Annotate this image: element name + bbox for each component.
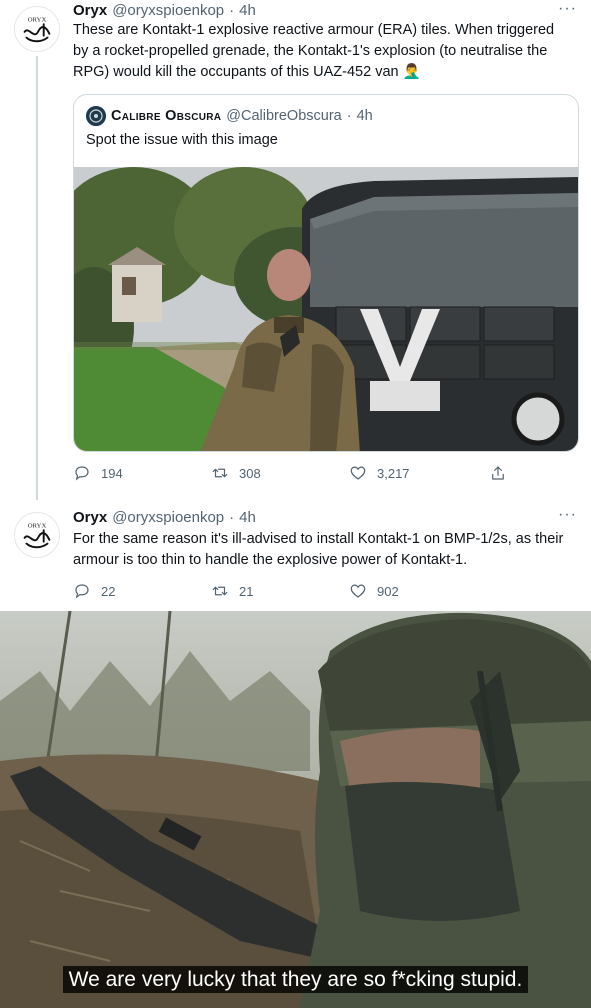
soldier-meme-image: We are very lucky that they are so f*cki…	[0, 611, 591, 1008]
tweet-actions: 22 21 902	[73, 582, 513, 600]
author-handle[interactable]: @oryxspioenkop	[112, 2, 224, 19]
avatar-logo-text: ORYX	[28, 16, 47, 23]
share-icon	[492, 466, 504, 480]
timestamp[interactable]: 4h	[239, 509, 256, 526]
retweet-count: 21	[239, 583, 254, 599]
quote-author-handle[interactable]: @CalibreObscura	[226, 108, 341, 124]
quote-header: Calibre Obscura @CalibreObscura · 4h	[86, 106, 373, 126]
avatar-logo-text: ORYX	[28, 522, 47, 529]
calibre-obscura-avatar[interactable]	[86, 106, 106, 126]
separator-dot: ·	[229, 509, 235, 526]
reply-count: 22	[101, 583, 116, 599]
quote-text: Spot the issue with this image	[86, 132, 278, 148]
more-options-icon[interactable]: ···	[558, 506, 577, 524]
quote-timestamp[interactable]: 4h	[357, 108, 373, 124]
like-count: 902	[377, 583, 399, 599]
author-name[interactable]: Oryx	[73, 509, 107, 526]
retweet-button[interactable]: 308	[211, 464, 349, 482]
tweet-header: Oryx @oryxspioenkop · 4h	[73, 509, 256, 526]
reply-count: 194	[101, 465, 123, 481]
like-button[interactable]: 902	[349, 582, 489, 600]
retweet-icon	[212, 468, 228, 478]
like-button[interactable]: 3,217	[349, 464, 489, 482]
separator-dot: ·	[346, 108, 352, 124]
author-name[interactable]: Oryx	[73, 2, 107, 19]
heart-icon	[350, 466, 366, 480]
quoted-tweet[interactable]: Calibre Obscura @CalibreObscura · 4h Spo…	[73, 94, 579, 452]
retweet-button[interactable]: 21	[211, 582, 349, 600]
separator-dot: ·	[229, 2, 235, 19]
author-handle[interactable]: @oryxspioenkop	[112, 509, 224, 526]
heart-icon	[350, 584, 366, 598]
like-count: 3,217	[377, 465, 410, 481]
quote-author-name[interactable]: Calibre Obscura	[111, 108, 221, 124]
retweet-count: 308	[239, 465, 261, 481]
van-photo[interactable]	[74, 167, 578, 451]
reply-icon	[75, 466, 89, 481]
thread-line	[36, 56, 38, 500]
oryx-avatar[interactable]: ORYX	[14, 512, 60, 558]
tweet-header: Oryx @oryxspioenkop · 4h	[73, 2, 256, 19]
timestamp[interactable]: 4h	[239, 2, 256, 19]
tweet-text: These are Kontakt-1 explosive reactive a…	[73, 22, 555, 80]
reply-button[interactable]: 22	[73, 582, 211, 600]
tweet-text: For the same reason it's ill-advised to …	[73, 531, 564, 568]
reply-icon	[75, 584, 89, 599]
more-options-icon[interactable]: ···	[558, 0, 577, 18]
tweet-oryx-1[interactable]: ORYX Oryx @oryxspioenkop · 4h ··· These …	[0, 0, 591, 500]
retweet-icon	[212, 586, 228, 596]
share-button[interactable]	[489, 464, 507, 482]
oryx-avatar[interactable]: ORYX	[14, 6, 60, 52]
reply-button[interactable]: 194	[73, 464, 211, 482]
video-caption: We are very lucky that they are so f*cki…	[0, 966, 591, 993]
caption-text: We are very lucky that they are so f*cki…	[62, 966, 529, 993]
tweet-actions: 194 308 3,217	[73, 464, 513, 482]
